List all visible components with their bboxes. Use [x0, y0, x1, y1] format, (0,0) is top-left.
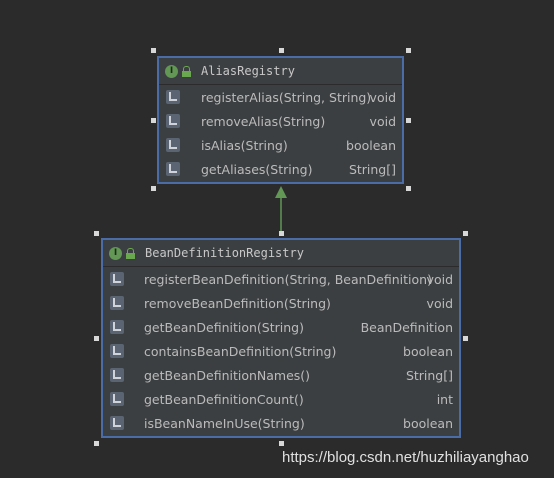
resize-handle[interactable]	[94, 441, 99, 446]
resize-handle[interactable]	[151, 48, 156, 53]
resize-handle[interactable]	[279, 441, 284, 446]
resize-handle[interactable]	[463, 336, 468, 341]
resize-handle[interactable]	[151, 118, 156, 123]
resize-handle[interactable]	[406, 118, 411, 123]
extends-arrowhead	[275, 186, 287, 198]
resize-handle[interactable]	[151, 186, 156, 191]
resize-handle[interactable]	[94, 231, 99, 236]
resize-handle[interactable]	[279, 48, 284, 53]
resize-handle[interactable]	[94, 336, 99, 341]
resize-handle[interactable]	[406, 186, 411, 191]
resize-handle[interactable]	[279, 231, 284, 236]
extends-edge	[275, 186, 287, 236]
resize-handle[interactable]	[406, 48, 411, 53]
resize-handle[interactable]	[463, 231, 468, 236]
watermark: https://blog.csdn.net/huzhiliayanghao	[282, 449, 529, 466]
